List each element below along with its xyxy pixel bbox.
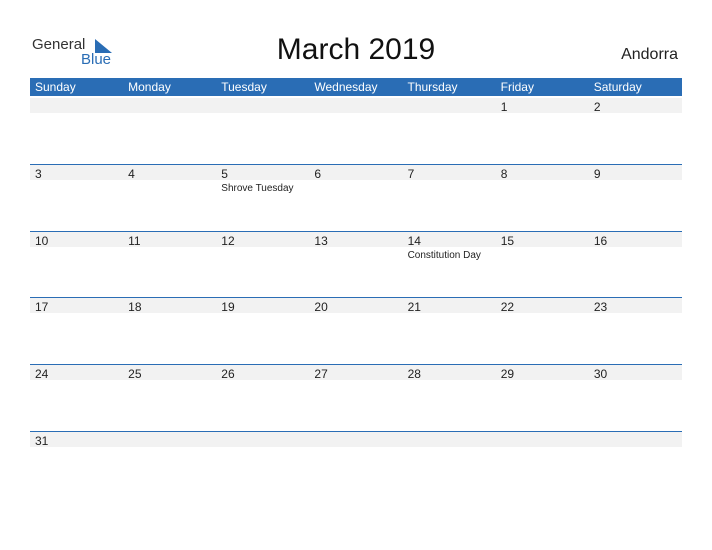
day-cell: 15 (496, 231, 589, 297)
day-cell (123, 97, 216, 163)
day-cell: 23 (589, 297, 682, 363)
day-number: 9 (593, 167, 601, 181)
day-number: 29 (500, 367, 515, 381)
weekday-wednesday: Wednesday (314, 80, 378, 94)
day-number: 22 (500, 300, 515, 314)
day-cell: 7 (403, 164, 496, 230)
day-cell: 17 (30, 297, 123, 363)
day-cell (216, 97, 309, 163)
day-cell: 20 (309, 297, 402, 363)
day-number: 10 (35, 234, 49, 248)
day-cell (403, 431, 496, 497)
day-cell: 4 (123, 164, 216, 230)
day-number: 8 (500, 167, 508, 181)
day-number: 11 (128, 234, 141, 248)
weekday-thursday: Thursday (407, 80, 458, 94)
day-cell (309, 97, 402, 163)
weekday-monday: Monday (128, 80, 171, 94)
day-number: 6 (314, 167, 322, 181)
day-number: 18 (128, 300, 142, 314)
day-number: 28 (407, 367, 421, 381)
week-row: 31 (30, 431, 682, 497)
day-cell: 22 (496, 297, 589, 363)
week-row: 24 25 26 27 28 29 30 (30, 364, 682, 430)
day-cell (216, 431, 309, 497)
day-cell: 14 Constitution Day (403, 231, 496, 297)
weekday-tuesday: Tuesday (221, 80, 267, 94)
day-number: 12 (221, 234, 235, 248)
day-cell (123, 431, 216, 497)
day-cell: 21 (403, 297, 496, 363)
day-number: 7 (407, 167, 415, 181)
day-cell (309, 431, 402, 497)
day-cell: 9 (589, 164, 682, 230)
day-cell: 19 (216, 297, 309, 363)
day-number: 21 (407, 300, 421, 314)
day-cell: 13 (309, 231, 402, 297)
day-number: 17 (35, 300, 49, 314)
day-number: 27 (314, 367, 328, 381)
day-cell: 24 (30, 364, 123, 430)
day-cell: 8 (496, 164, 589, 230)
day-cell: 12 (216, 231, 309, 297)
day-cell: 29 (496, 364, 589, 430)
day-number: 14 (407, 234, 421, 248)
day-number: 2 (593, 100, 601, 114)
day-number: 25 (128, 367, 142, 381)
day-cell: 1 (496, 97, 589, 163)
day-number: 15 (500, 234, 515, 248)
day-cell: 25 (123, 364, 216, 430)
day-cell: 26 (216, 364, 309, 430)
day-cell: 2 (589, 97, 682, 163)
day-cell: 28 (403, 364, 496, 430)
day-cell: 18 (123, 297, 216, 363)
day-cell: 5 Shrove Tuesday (216, 164, 309, 230)
day-cell (30, 97, 123, 163)
week-row: 12 (30, 97, 682, 163)
day-number: 23 (593, 300, 608, 314)
day-cell: 11 (123, 231, 216, 297)
weekday-sunday: Sunday (35, 80, 76, 94)
holiday-label: Constitution Day (407, 250, 481, 261)
day-cell (496, 431, 589, 497)
day-number: 3 (35, 167, 42, 181)
day-number: 1 (500, 100, 508, 114)
country-label: Andorra (621, 46, 678, 63)
day-number: 20 (314, 300, 328, 314)
day-cell: 30 (589, 364, 682, 430)
day-cell: 6 (309, 164, 402, 230)
day-number: 31 (35, 434, 49, 448)
day-number: 4 (128, 167, 135, 181)
week-row: 3 4 5 Shrove Tuesday 6 7 8 9 (30, 164, 682, 230)
day-cell (589, 431, 682, 497)
day-number: 30 (593, 367, 608, 381)
day-number: 5 (221, 167, 228, 181)
weekday-header: Sunday Monday Tuesday Wednesday Thursday… (30, 78, 682, 96)
calendar-title: March 2019 (276, 33, 436, 66)
weekday-friday: Friday (500, 80, 534, 94)
day-number: 24 (35, 367, 49, 381)
day-cell: 27 (309, 364, 402, 430)
day-cell (403, 97, 496, 163)
day-number: 13 (314, 234, 328, 248)
day-number: 19 (221, 300, 235, 314)
day-number: 26 (221, 367, 235, 381)
week-row: 10 11 12 13 14 Constitution Day 15 16 (30, 231, 682, 297)
day-cell: 10 (30, 231, 123, 297)
week-row: 17 18 19 20 21 22 23 (30, 297, 682, 363)
weekday-saturday: Saturday (593, 80, 642, 94)
day-cell: 16 (589, 231, 682, 297)
day-cell: 3 (30, 164, 123, 230)
holiday-label: Shrove Tuesday (221, 183, 294, 194)
day-number: 16 (593, 234, 608, 248)
day-cell: 31 (30, 431, 123, 497)
